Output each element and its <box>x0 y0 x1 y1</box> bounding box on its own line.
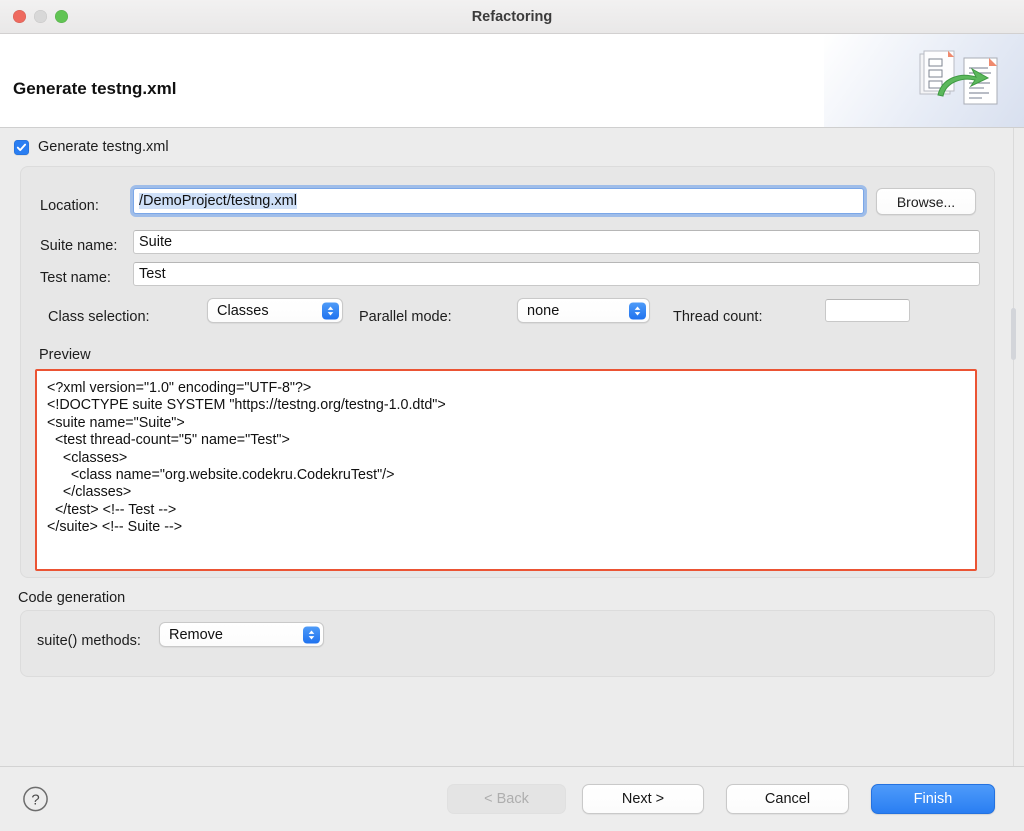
preview-xml-text: <?xml version="1.0" encoding="UTF-8"?> <… <box>47 380 446 536</box>
traffic-light-group <box>13 10 68 23</box>
suite-name-input[interactable]: Suite <box>133 230 980 254</box>
wizard-banner: Generate testng.xml <box>0 34 1024 128</box>
testng-settings-group: Location: /DemoProject/testng.xml Browse… <box>20 166 995 578</box>
close-window-button[interactable] <box>13 10 26 23</box>
code-generation-label: Code generation <box>18 590 126 606</box>
check-icon <box>16 143 27 151</box>
preview-label: Preview <box>39 347 91 363</box>
class-selection-label: Class selection: <box>48 309 150 325</box>
browse-button[interactable]: Browse... <box>876 188 976 215</box>
dialog-footer: ? < Back Next > Cancel Finish <box>0 766 1024 831</box>
parallel-mode-value: none <box>527 302 560 319</box>
parallel-mode-label: Parallel mode: <box>359 309 452 325</box>
class-selection-select[interactable]: Classes <box>207 298 343 323</box>
parallel-mode-select[interactable]: none <box>517 298 650 323</box>
location-input[interactable]: /DemoProject/testng.xml <box>133 188 864 214</box>
scrollbar-thumb[interactable] <box>1011 308 1016 360</box>
page-title: Generate testng.xml <box>13 79 177 98</box>
zoom-window-button[interactable] <box>55 10 68 23</box>
thread-count-input[interactable] <box>825 299 910 322</box>
generate-testngxml-checkbox[interactable] <box>14 139 29 155</box>
suite-methods-value: Remove <box>169 626 223 643</box>
suite-methods-label: suite() methods: <box>37 633 141 649</box>
test-name-input[interactable]: Test <box>133 262 980 286</box>
location-label: Location: <box>40 198 99 214</box>
svg-text:?: ? <box>31 792 39 809</box>
back-button[interactable]: < Back <box>447 784 566 814</box>
chevron-updown-icon <box>303 626 320 643</box>
suite-methods-select[interactable]: Remove <box>159 622 324 647</box>
chevron-updown-icon <box>322 302 339 319</box>
minimize-window-button[interactable] <box>34 10 47 23</box>
location-input-value: /DemoProject/testng.xml <box>139 193 297 209</box>
refactoring-dialog-window: Refactoring Generate testng.xml Generate… <box>0 0 1024 831</box>
preview-box[interactable]: <?xml version="1.0" encoding="UTF-8"?> <… <box>35 369 977 571</box>
chevron-updown-icon <box>629 302 646 319</box>
title-bar: Refactoring <box>0 0 1024 34</box>
test-name-label: Test name: <box>40 270 111 286</box>
class-selection-value: Classes <box>217 302 269 319</box>
suite-name-input-value: Suite <box>139 234 173 250</box>
code-generation-group: suite() methods: Remove <box>20 610 995 677</box>
next-button[interactable]: Next > <box>582 784 704 814</box>
finish-button[interactable]: Finish <box>871 784 995 814</box>
cancel-button[interactable]: Cancel <box>726 784 849 814</box>
test-name-input-value: Test <box>139 266 166 282</box>
generate-testngxml-checkbox-label: Generate testng.xml <box>38 139 169 155</box>
refactoring-documents-icon <box>918 50 1002 117</box>
help-button[interactable]: ? <box>22 786 49 813</box>
thread-count-label: Thread count: <box>673 309 763 325</box>
content-scrollbar[interactable] <box>1010 128 1017 766</box>
window-title: Refactoring <box>471 8 553 25</box>
scrollbar-track <box>1013 128 1014 766</box>
wizard-content: Generate testng.xml Location: /DemoProje… <box>0 128 1024 766</box>
generate-testngxml-checkbox-row[interactable]: Generate testng.xml <box>14 139 169 155</box>
suite-name-label: Suite name: <box>40 238 118 254</box>
